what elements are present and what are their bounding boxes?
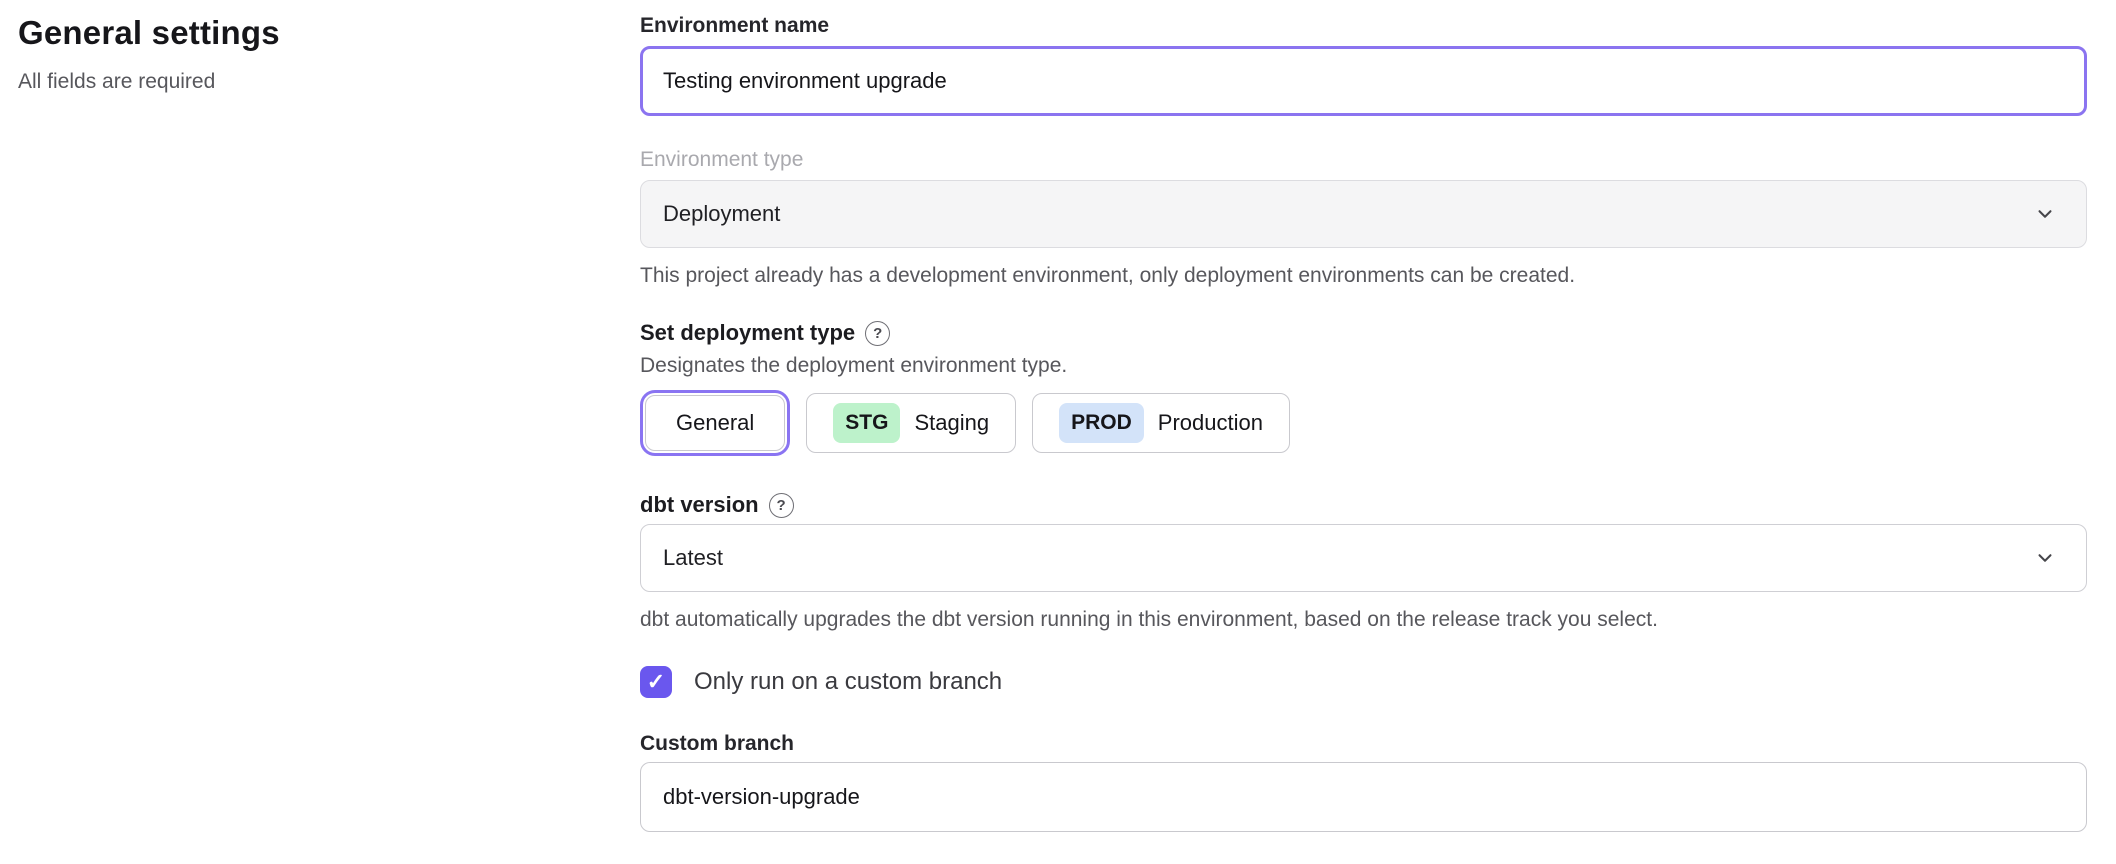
deployment-type-options: General STG Staging PROD Production xyxy=(640,390,2087,456)
custom-branch-checkbox-row: ✓ Only run on a custom branch xyxy=(640,666,2087,698)
deployment-type-general-button[interactable]: General xyxy=(645,395,785,451)
chevron-down-icon xyxy=(2034,203,2056,225)
deployment-type-staging-label: Staging xyxy=(914,410,989,436)
deployment-type-staging-button[interactable]: STG Staging xyxy=(806,393,1016,453)
staging-badge: STG xyxy=(833,403,900,443)
help-icon[interactable]: ? xyxy=(769,493,794,518)
environment-settings-form: Environment name Environment type Deploy… xyxy=(640,12,2087,832)
environment-type-select[interactable]: Deployment xyxy=(640,180,2087,248)
environment-name-label: Environment name xyxy=(640,12,2087,40)
dbt-version-helper: dbt automatically upgrades the dbt versi… xyxy=(640,606,2087,634)
dbt-version-value: Latest xyxy=(663,545,723,571)
environment-type-value: Deployment xyxy=(663,201,780,227)
deployment-type-production-label: Production xyxy=(1158,410,1263,436)
chevron-down-icon xyxy=(2034,547,2056,569)
dbt-version-select[interactable]: Latest xyxy=(640,524,2087,592)
check-icon: ✓ xyxy=(647,669,665,695)
custom-branch-input[interactable] xyxy=(640,762,2087,832)
environment-type-helper: This project already has a development e… xyxy=(640,262,2087,290)
dbt-version-heading: dbt version xyxy=(640,492,759,518)
environment-type-label: Environment type xyxy=(640,146,2087,174)
deployment-type-production-button[interactable]: PROD Production xyxy=(1032,393,1290,453)
help-icon[interactable]: ? xyxy=(865,321,890,346)
page-subtitle: All fields are required xyxy=(18,70,578,94)
production-badge: PROD xyxy=(1059,403,1144,443)
deployment-type-description: Designates the deployment environment ty… xyxy=(640,354,2087,378)
settings-header: General settings All fields are required xyxy=(18,14,578,94)
environment-name-input[interactable] xyxy=(640,46,2087,116)
custom-branch-checkbox-label[interactable]: Only run on a custom branch xyxy=(694,668,1002,696)
custom-branch-checkbox[interactable]: ✓ xyxy=(640,666,672,698)
deployment-type-heading: Set deployment type xyxy=(640,320,855,346)
deployment-type-general-label: General xyxy=(676,410,754,436)
custom-branch-label: Custom branch xyxy=(640,730,2087,758)
deployment-type-general-selected-ring: General xyxy=(640,390,790,456)
page-title: General settings xyxy=(18,14,578,52)
